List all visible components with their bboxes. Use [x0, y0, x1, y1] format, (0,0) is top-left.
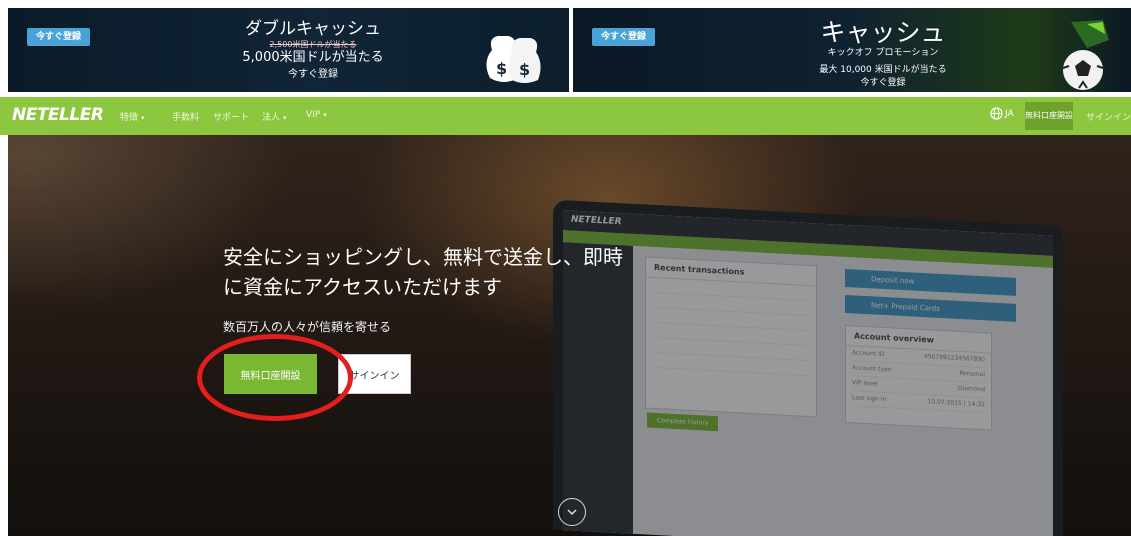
- overview-row-label: Account ID: [852, 349, 885, 359]
- prepaid-cards-button: Net+ Prepaid Cards: [845, 294, 1016, 322]
- nav-item-label: 特徴: [120, 113, 139, 123]
- banner-amount: 5,000米国ドルが当たる: [242, 50, 384, 65]
- chevron-down-icon: ▾: [283, 114, 287, 122]
- soccer-ball-icon: [1062, 20, 1109, 90]
- banner-title: キャッシュ: [820, 18, 946, 47]
- language-label: JA: [1005, 108, 1014, 119]
- banner-title: ダブルキャッシュ: [245, 19, 381, 39]
- promo-banner-double-cash[interactable]: 今すぐ登録 ダブルキャッシュ 2,500米国ドルが当たる 5,000米国ドルが当…: [8, 8, 569, 92]
- nav-item-label: サポート: [213, 113, 250, 123]
- nav-item-features[interactable]: 特徴 ▾: [120, 110, 145, 123]
- nav-item-business[interactable]: 法人 ▾: [262, 110, 287, 123]
- hero-section: NETELLER Recent transactions Complete hi…: [8, 135, 1131, 536]
- overview-row-label: Last sign in: [852, 394, 887, 404]
- screen-logo: NETELLER: [571, 214, 622, 228]
- globe-icon: [990, 107, 1003, 120]
- promo-banner-kickoff[interactable]: 今すぐ登録 キャッシュ キックオフ プロモーション 最大 10,000 米国ドル…: [573, 8, 1131, 92]
- banner-register-button[interactable]: 今すぐ登録: [592, 28, 656, 46]
- banner-register-button[interactable]: 今すぐ登録: [27, 28, 91, 46]
- overview-row-value: 10.07.2015 | 14:32: [927, 398, 985, 409]
- sign-in-button[interactable]: サインイン: [338, 354, 411, 394]
- banner-struck-amount: 2,500米国ドルが当たる: [269, 40, 357, 49]
- recent-transactions-card: Recent transactions: [645, 256, 817, 418]
- hero-headline: 安全にショッピングし、無料で送金し、即時 に資金にアクセスいただけます: [223, 242, 623, 302]
- nav-item-label: VIP: [306, 110, 321, 120]
- overview-row-label: VIP level: [852, 379, 878, 388]
- laptop-image: NETELLER Recent transactions Complete hi…: [553, 199, 1063, 536]
- neteller-logo[interactable]: NETELLER: [12, 105, 104, 125]
- nav-item-label: 手数料: [172, 113, 200, 123]
- moneybags-icon: $ $: [486, 36, 541, 83]
- overview-row-value: Diamond: [957, 384, 985, 394]
- hero-headline-line: 安全にショッピングし、無料で送金し、即時: [223, 245, 623, 269]
- overview-row-label: Account type: [852, 364, 892, 374]
- main-nav: NETELLER 特徴 ▾ 手数料 サポート 法人 ▾ VIP ▾ JA 無料口座開設…: [0, 97, 1131, 135]
- nav-item-support[interactable]: サポート: [213, 110, 249, 123]
- banner-subtitle: キックオフ プロモーション: [827, 48, 939, 58]
- hero-subheadline: 数百万人の人々が信頼を寄せる: [223, 320, 392, 334]
- banner-cta: 今すぐ登録: [860, 78, 906, 88]
- language-selector[interactable]: JA: [990, 107, 1014, 120]
- nav-item-vip[interactable]: VIP ▾: [306, 110, 327, 120]
- nav-item-label: 法人: [262, 113, 281, 123]
- svg-text:$: $: [519, 60, 530, 79]
- nav-open-account-button[interactable]: 無料口座開設: [1025, 102, 1073, 130]
- hero-headline-line: に資金にアクセスいただけます: [223, 275, 502, 299]
- nav-sign-in-link[interactable]: サインイン: [1086, 110, 1131, 123]
- overview-row-value: Personal: [959, 369, 985, 379]
- scroll-down-button[interactable]: [558, 498, 586, 526]
- banner-amount: 最大 10,000 米国ドルが当たる: [819, 65, 947, 75]
- deposit-now-button: Deposit now: [845, 268, 1016, 296]
- chevron-down-icon: ▾: [323, 111, 327, 119]
- open-account-button[interactable]: 無料口座開設: [224, 354, 317, 394]
- complete-history-button: Complete history: [647, 412, 719, 432]
- chevron-down-icon: [567, 509, 577, 516]
- banner-cta: 今すぐ登録: [288, 69, 338, 80]
- nav-item-fees[interactable]: 手数料: [172, 110, 199, 123]
- svg-text:$: $: [496, 59, 507, 78]
- chevron-down-icon: ▾: [141, 114, 145, 122]
- account-dashboard-preview: NETELLER Recent transactions Complete hi…: [563, 210, 1053, 536]
- account-overview-card: Account overview Account ID 456789123456…: [845, 324, 992, 431]
